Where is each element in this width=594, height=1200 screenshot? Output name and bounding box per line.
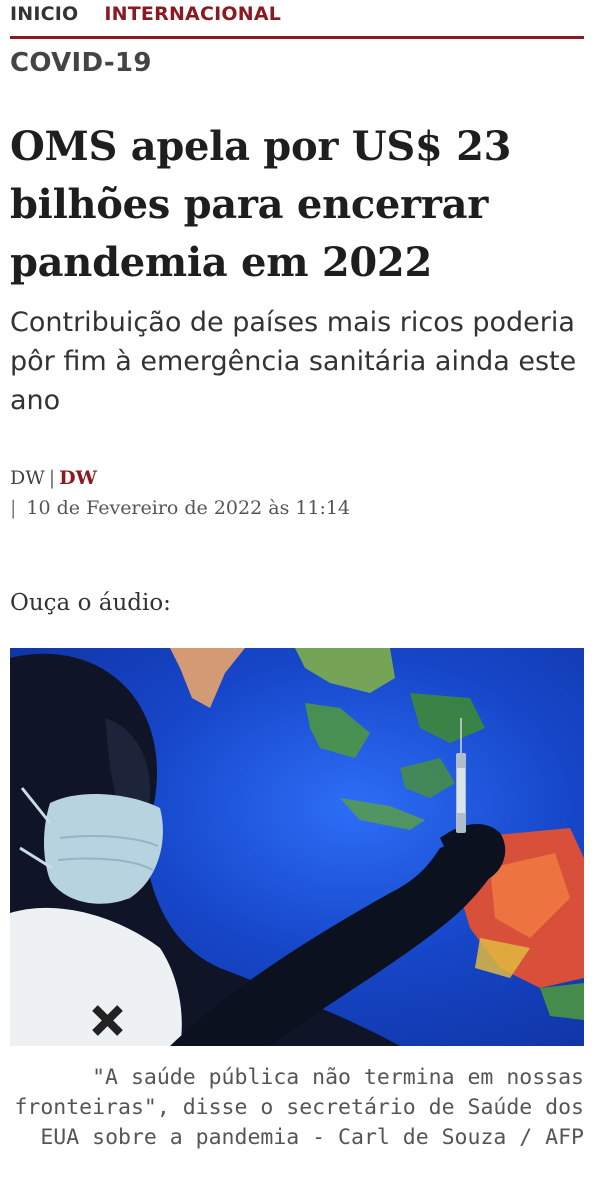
date-text: 10 de Fevereiro de 2022 às 11:14 <box>26 497 351 519</box>
article-subtitle: Contribuição de países mais ricos poderi… <box>10 307 577 416</box>
byline: DW | DW <box>10 467 97 489</box>
article-page: INICIO INTERNACIONAL COVID-19 OMS apela … <box>0 0 594 1200</box>
article-photo <box>10 648 584 1046</box>
article-headline: OMS apela por US$ 23 bilhões para encerr… <box>10 123 512 286</box>
date-separator: | <box>10 497 17 519</box>
section-label[interactable]: COVID-19 <box>10 48 152 78</box>
map-land-green-right <box>410 693 485 743</box>
map-land-green-top <box>295 648 395 693</box>
map-land-island <box>400 758 455 798</box>
map-land-green-mid <box>305 703 370 758</box>
publish-date: | 10 de Fevereiro de 2022 às 11:14 <box>10 497 350 519</box>
syringe-fill <box>457 768 465 813</box>
map-land-green-strip <box>340 798 425 830</box>
map-land-orange <box>170 648 245 708</box>
breadcrumb-section-link[interactable]: INTERNACIONAL <box>104 0 281 28</box>
byline-author: DW <box>10 467 45 489</box>
breadcrumb-home-link[interactable]: INICIO <box>10 0 78 28</box>
photo-caption: "A saúde pública não termina em nossas f… <box>14 1065 584 1150</box>
audio-label[interactable]: Ouça o áudio: <box>10 590 171 616</box>
vaccine-photo-icon <box>10 648 584 1046</box>
byline-separator: | <box>48 467 56 489</box>
byline-source-link[interactable]: DW <box>59 467 97 489</box>
breadcrumb: INICIO INTERNACIONAL <box>10 0 584 39</box>
arm <box>170 833 500 1046</box>
map-land-green-bottom <box>540 983 584 1020</box>
